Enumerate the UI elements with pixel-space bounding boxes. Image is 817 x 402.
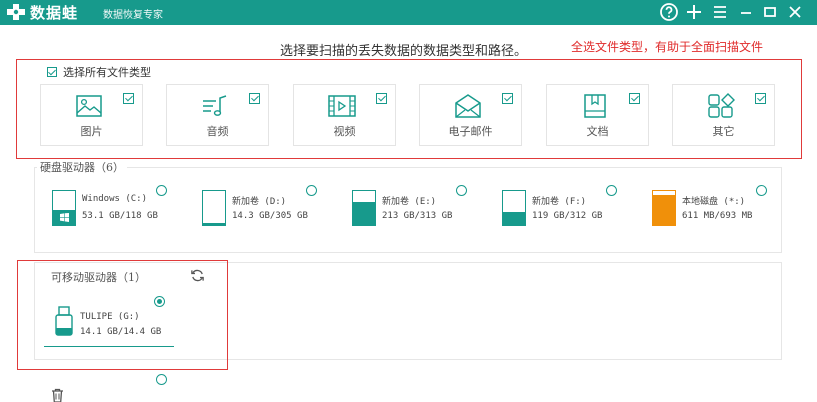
close-icon[interactable] [785,2,805,22]
drive-name: Windows (C:) [82,194,148,204]
file-type-document[interactable]: 文档 [546,84,649,146]
file-type-label: 音频 [206,125,229,138]
image-checkbox[interactable] [123,93,134,104]
drive-size: 14.1 GB/14.4 GB [80,327,162,337]
file-type-video[interactable]: 视频 [293,84,396,146]
logo-icon [7,4,25,20]
drive-name: 新加卷 (E:) [382,197,437,207]
drive-size: 611 MB/693 MB [682,211,753,221]
video-checkbox[interactable] [376,93,387,104]
drive-item-c[interactable]: Windows (C:) 53.1 GB/118 GB [52,190,192,230]
other-checkbox[interactable] [755,93,766,104]
drive-size: 119 GB/312 GB [532,211,603,221]
drive-size: 53.1 GB/118 GB [82,211,158,221]
file-type-label: 电子邮件 [448,125,493,138]
file-type-label: 文档 [586,125,609,138]
drive-item-e[interactable]: 新加卷 (E:) 213 GB/313 GB [352,190,492,230]
drive-c-icon [52,190,76,226]
drive-c-radio[interactable] [156,185,167,196]
drive-e-radio[interactable] [456,185,467,196]
instruction-text: 选择要扫描的丢失数据的数据类型和路径。 [280,44,528,59]
checkbox-icon[interactable] [47,67,57,77]
image-icon [76,95,102,117]
other-icon [708,93,735,118]
drive-f-radio[interactable] [606,185,617,196]
audio-icon [203,95,227,116]
select-all-label: 选择所有文件类型 [63,66,151,79]
drive-d-icon [202,190,226,226]
document-icon [584,94,606,118]
drive-f-icon [502,190,526,226]
drive-item-tulipe[interactable]: TULIPE (G:) 14.1 GB/14.4 GB [52,306,172,346]
drive-size: 14.3 GB/305 GB [232,211,308,221]
file-type-audio[interactable]: 音频 [166,84,269,146]
help-icon[interactable] [659,2,679,22]
selected-underline [44,346,174,347]
title-bar: 数据蛙 数据恢复专家 [0,0,817,25]
file-type-image[interactable]: 图片 [40,84,143,146]
drive-usage-fill [503,212,525,225]
drive-local-radio[interactable] [756,185,767,196]
drive-item-f[interactable]: 新加卷 (F:) 119 GB/312 GB [502,190,642,230]
drive-item-local[interactable]: 本地磁盘 (*:) 611 MB/693 MB [652,190,792,230]
audio-checkbox[interactable] [249,93,260,104]
maximize-icon[interactable] [760,2,780,22]
removable-section-title: 可移动驱动器（1） [48,269,149,285]
email-icon [455,94,481,118]
extra-radio[interactable] [156,374,167,385]
file-type-email[interactable]: 电子邮件 [419,84,522,146]
file-type-label: 视频 [333,125,356,138]
annotation-text: 全选文件类型，有助于全面扫描文件 [571,40,764,54]
windows-logo-icon [60,213,69,222]
drive-usage-fill [353,201,375,225]
file-type-label: 图片 [80,125,103,138]
drive-local-icon [652,190,676,226]
usb-drive-icon [55,306,73,336]
drive-usage-fill [653,195,675,225]
video-icon [328,95,356,117]
plus-icon[interactable] [684,2,704,22]
drive-tulipe-radio[interactable] [154,296,165,307]
drive-item-d[interactable]: 新加卷 (D:) 14.3 GB/305 GB [202,190,342,230]
file-type-other[interactable]: 其它 [672,84,775,146]
drive-e-icon [352,190,376,226]
hard-drive-section-title: 硬盘驱动器（6） [37,159,127,175]
drive-size: 213 GB/313 GB [382,211,453,221]
drive-d-radio[interactable] [306,185,317,196]
drive-name: 新加卷 (D:) [232,197,287,207]
refresh-icon[interactable] [190,268,205,283]
drive-name: 本地磁盘 (*:) [682,197,746,207]
file-type-label: 其它 [712,125,735,138]
document-checkbox[interactable] [629,93,640,104]
minimize-icon[interactable] [736,2,756,22]
drive-name: TULIPE (G:) [80,312,140,322]
app-name: 数据蛙 [30,4,79,22]
app-subtitle: 数据恢复专家 [103,10,163,21]
drive-usage-fill [203,223,225,225]
drive-name: 新加卷 (F:) [532,197,587,207]
menu-icon[interactable] [710,2,730,22]
select-all-checkbox[interactable]: 选择所有文件类型 [47,64,151,80]
email-checkbox[interactable] [502,93,513,104]
